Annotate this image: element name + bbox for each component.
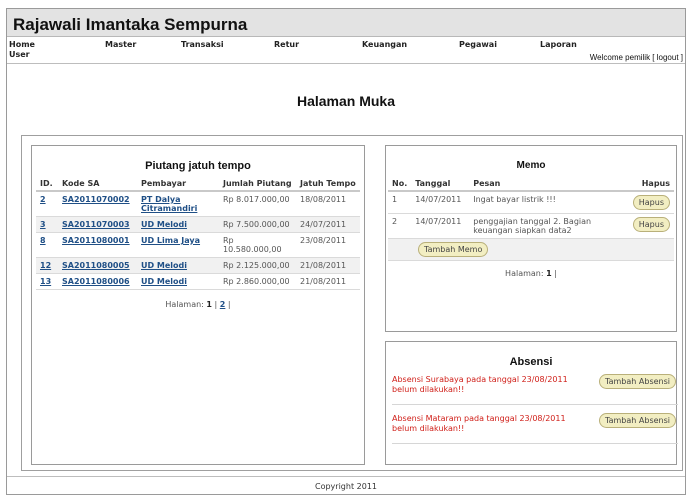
memo-date: 14/07/2011 (411, 213, 470, 239)
menu-laporan[interactable]: Laporan (540, 40, 577, 49)
kode-sa-link[interactable]: SA2011080006 (62, 277, 130, 286)
delete-memo-button[interactable]: Hapus (632, 217, 670, 232)
piutang-panel: Piutang jatuh tempo ID. Kode SA Pembayar… (31, 145, 365, 465)
tempo-cell: 18/08/2011 (296, 191, 360, 217)
row-id-link[interactable]: 3 (40, 220, 46, 229)
tempo-cell: 21/08/2011 (296, 273, 360, 290)
pager-page-link[interactable]: 2 (220, 300, 226, 309)
piutang-title: Piutang jatuh tempo (145, 160, 251, 172)
table-row: 8 SA2011080001 UD Lima Jaya Rp 10.580.00… (36, 232, 360, 258)
memo-table: No. Tanggal Pesan Hapus 1 14/07/2011 Ing… (388, 177, 674, 261)
tambah-absensi-button[interactable]: Tambah Absensi (599, 374, 676, 389)
jumlah-cell: Rp 2.860.000,00 (219, 273, 296, 290)
jumlah-cell: Rp 10.580.000,00 (219, 232, 296, 258)
jumlah-cell: Rp 7.500.000,00 (219, 216, 296, 233)
memo-add-row: Tambah Memo (388, 238, 674, 261)
absensi-panel: Absensi Absensi Surabaya pada tanggal 23… (385, 341, 678, 465)
col-pesan: Pesan (469, 177, 629, 192)
main-menu: Home User Master Transaksi Retur Keuanga… (7, 38, 685, 64)
table-row: 3 SA2011070003 UD Melodi Rp 7.500.000,00… (36, 216, 360, 233)
piutang-table: ID. Kode SA Pembayar Jumlah Piutang Jatu… (36, 177, 360, 290)
memo-date: 14/07/2011 (411, 191, 470, 214)
app-header: Rajawali Imantaka Sempurna (7, 9, 685, 37)
tempo-cell: 23/08/2011 (296, 232, 360, 258)
menu-user[interactable]: User (9, 50, 30, 59)
menu-retur[interactable]: Retur (274, 40, 299, 49)
tambah-absensi-button[interactable]: Tambah Absensi (599, 413, 676, 428)
memo-message: Ingat bayar listrik !!! (469, 191, 629, 214)
pembayar-link[interactable]: UD Melodi (141, 220, 187, 229)
kode-sa-link[interactable]: SA2011070003 (62, 220, 130, 229)
row-id-link[interactable]: 12 (40, 261, 51, 270)
memo-message: penggajian tanggal 2. Bagian keuangan si… (469, 213, 629, 239)
pager-current-page: 1 (546, 269, 552, 278)
kode-sa-link[interactable]: SA2011080005 (62, 261, 130, 270)
col-kode-sa: Kode SA (58, 177, 137, 192)
absensi-title: Absensi (509, 356, 553, 368)
pembayar-link[interactable]: UD Melodi (141, 277, 187, 286)
page-heading: Halaman Muka (296, 93, 396, 109)
table-row: 13 SA2011080006 UD Melodi Rp 2.860.000,0… (36, 273, 360, 290)
dashboard-container: Piutang jatuh tempo ID. Kode SA Pembayar… (21, 135, 683, 471)
row-id-link[interactable]: 8 (40, 236, 46, 245)
memo-title: Memo (516, 160, 546, 171)
absensi-warning: Absensi Surabaya pada tanggal 23/08/2011… (392, 375, 568, 394)
col-tanggal: Tanggal (411, 177, 470, 192)
row-id-link[interactable]: 2 (40, 195, 46, 204)
table-row: 2 SA2011070002 PT Dalya Citramandiri Rp … (36, 191, 360, 217)
pager-label: Halaman: (165, 300, 204, 309)
menu-transaksi[interactable]: Transaksi (181, 40, 224, 49)
menu-pegawai[interactable]: Pegawai (459, 40, 497, 49)
pembayar-link[interactable]: PT Dalya Citramandiri (141, 195, 197, 213)
memo-pagination: Halaman: 1 | (388, 269, 674, 278)
jumlah-cell: Rp 8.017.000,00 (219, 191, 296, 217)
list-item: Absensi Surabaya pada tanggal 23/08/2011… (392, 374, 678, 405)
pager-label: Halaman: (505, 269, 544, 278)
delete-memo-button[interactable]: Hapus (632, 195, 670, 210)
menu-keuangan[interactable]: Keuangan (362, 40, 407, 49)
list-item: 2 14/07/2011 penggajian tanggal 2. Bagia… (388, 213, 674, 239)
app-title: Rajawali Imantaka Sempurna (13, 15, 248, 34)
pembayar-link[interactable]: UD Lima Jaya (141, 236, 200, 245)
jumlah-cell: Rp 2.125.000,00 (219, 257, 296, 274)
col-hapus: Hapus (628, 177, 674, 192)
row-id-link[interactable]: 13 (40, 277, 51, 286)
welcome-logout-link[interactable]: Welcome pemilik [ logout ] (590, 53, 683, 62)
tempo-cell: 24/07/2011 (296, 216, 360, 233)
memo-panel: Memo No. Tanggal Pesan Hapus 1 14/07/201… (385, 145, 677, 332)
col-no: No. (388, 177, 412, 192)
memo-no: 1 (388, 191, 412, 214)
memo-no: 2 (388, 213, 412, 239)
tempo-cell: 21/08/2011 (296, 257, 360, 274)
kode-sa-link[interactable]: SA2011080001 (62, 236, 130, 245)
pembayar-link[interactable]: UD Melodi (141, 261, 187, 270)
menu-home[interactable]: Home (9, 40, 35, 49)
col-jumlah-piutang: Jumlah Piutang (219, 177, 296, 192)
footer-copyright: Copyright 2011 (7, 476, 685, 495)
pager-separator: | (554, 269, 557, 278)
add-memo-button[interactable]: Tambah Memo (418, 242, 489, 257)
menu-master[interactable]: Master (105, 40, 136, 49)
col-pembayar: Pembayar (137, 177, 219, 192)
pager-separator: | (214, 300, 218, 309)
kode-sa-link[interactable]: SA2011070002 (62, 195, 130, 204)
list-item: 1 14/07/2011 Ingat bayar listrik !!! Hap… (388, 191, 674, 214)
pager-current-page: 1 (206, 300, 212, 309)
absensi-warning: Absensi Mataram pada tanggal 23/08/2011 … (392, 414, 566, 433)
table-row: 12 SA2011080005 UD Melodi Rp 2.125.000,0… (36, 257, 360, 274)
piutang-pagination: Halaman: 1 | 2 | (36, 300, 360, 309)
pager-separator: | (227, 300, 231, 309)
col-jatuh-tempo: Jatuh Tempo (296, 177, 360, 192)
app-frame: Rajawali Imantaka Sempurna Home User Mas… (6, 8, 686, 495)
list-item: Absensi Mataram pada tanggal 23/08/2011 … (392, 413, 678, 444)
col-id: ID. (36, 177, 58, 192)
